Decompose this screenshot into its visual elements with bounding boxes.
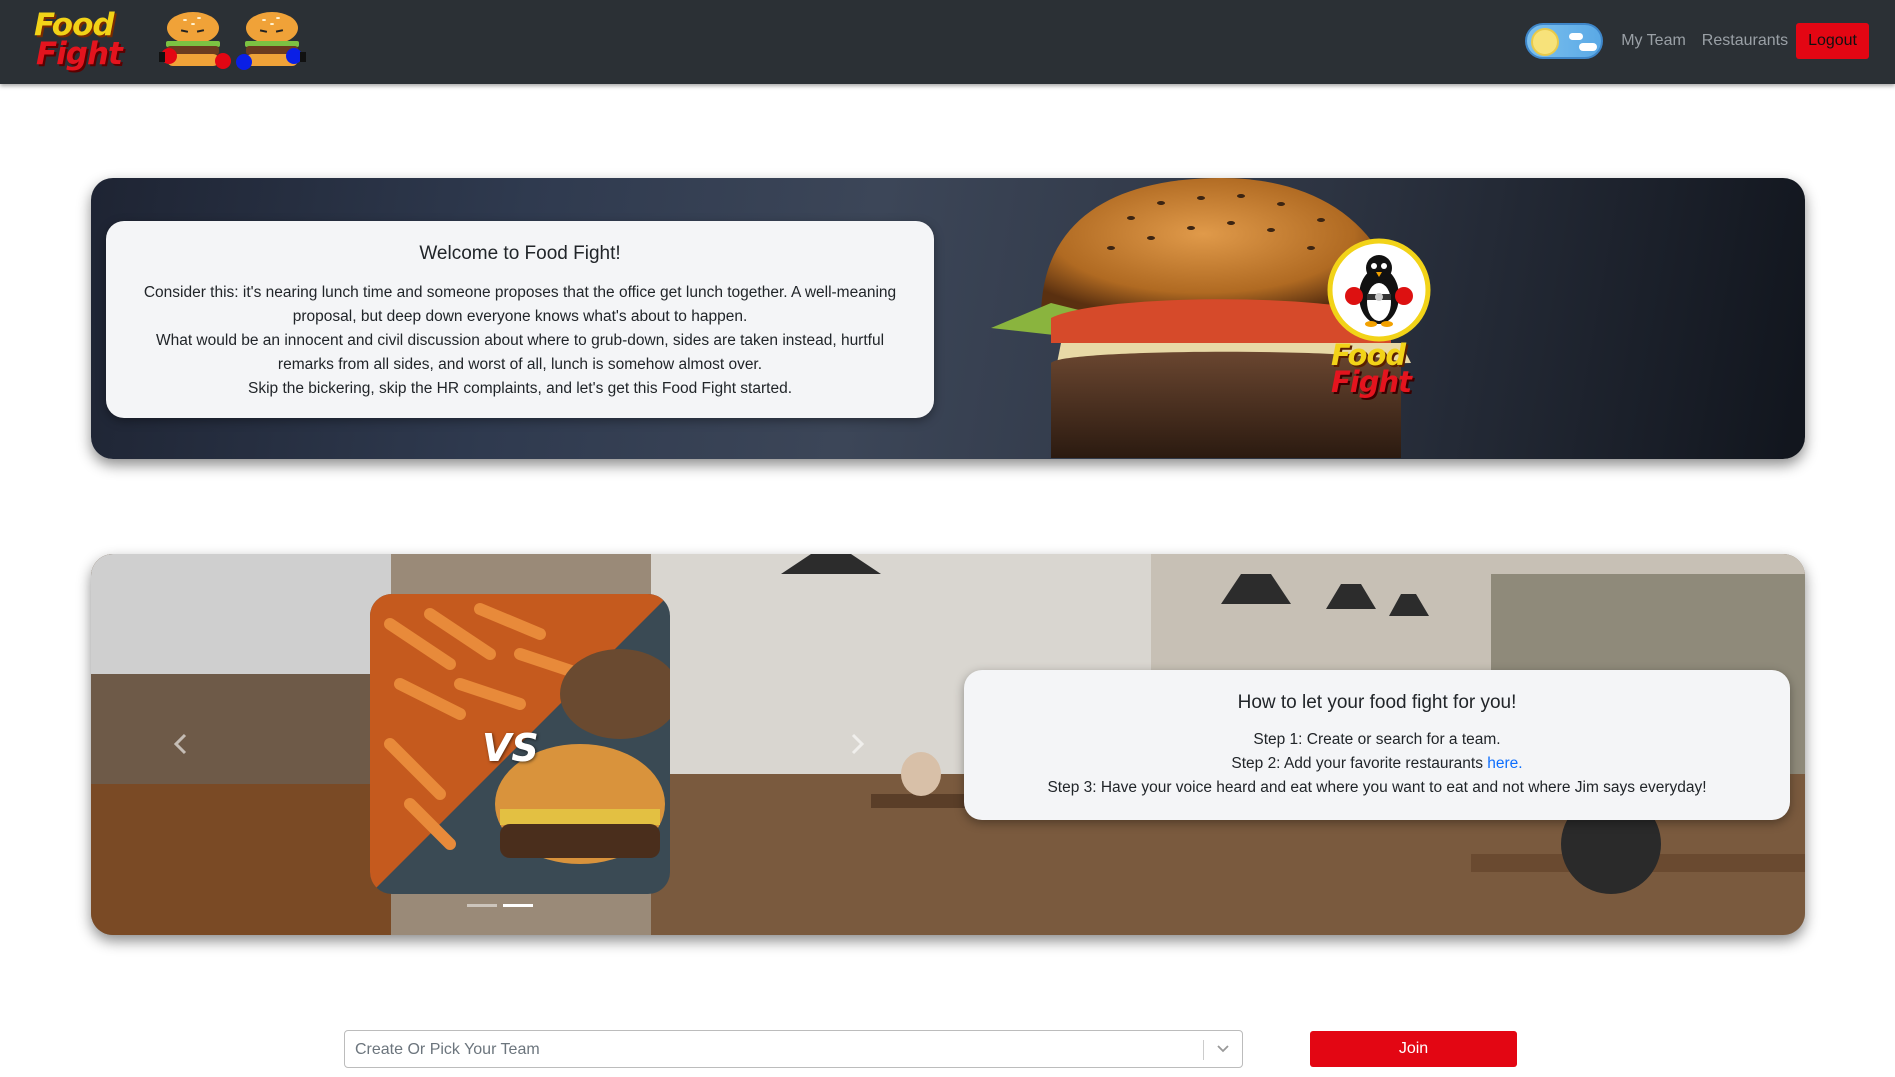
nav-link-restaurants[interactable]: Restaurants xyxy=(1702,32,1788,50)
chevron-right-icon xyxy=(851,733,865,755)
logout-button[interactable]: Logout xyxy=(1796,23,1869,59)
welcome-card: Welcome to Food Fight! Consider this: it… xyxy=(106,221,934,418)
cloud-icon xyxy=(1569,33,1584,40)
welcome-paragraph-3: Skip the bickering, skip the HR complain… xyxy=(248,380,792,397)
theme-toggle[interactable] xyxy=(1525,23,1604,59)
carousel-indicator-1[interactable] xyxy=(467,904,497,907)
join-button[interactable]: Join xyxy=(1310,1031,1517,1067)
carousel-indicators xyxy=(467,904,539,907)
step-2-text: Step 2: Add your favorite restaurants xyxy=(1231,755,1488,772)
penguin-boxer-icon xyxy=(1327,238,1431,342)
nav-right: My Team Restaurants Logout xyxy=(1525,22,1869,60)
how-to-title: How to let your food fight for you! xyxy=(1237,692,1517,713)
sun-icon xyxy=(1531,28,1560,56)
cloud-icon xyxy=(1579,43,1598,51)
step-3: Step 3: Have your voice heard and eat wh… xyxy=(1047,779,1707,796)
restaurants-here-link[interactable]: here. xyxy=(1487,755,1522,772)
hero-burger-image xyxy=(991,178,1411,458)
team-select-placeholder: Create Or Pick Your Team xyxy=(355,1041,540,1058)
hero-logo-line2: Fight xyxy=(1331,365,1412,399)
carousel-slide: VS xyxy=(370,594,670,894)
welcome-paragraph-1: Consider this: it's nearing lunch time a… xyxy=(143,284,897,325)
welcome-paragraph-2: What would be an innocent and civil disc… xyxy=(155,332,885,373)
brand-logo[interactable]: Food Fight xyxy=(34,10,126,73)
burger-boxer-red-icon xyxy=(159,12,231,69)
team-select[interactable]: Create Or Pick Your Team xyxy=(344,1030,1243,1068)
chevron-left-icon xyxy=(173,733,187,755)
navbar: Food Fight My Team Restaurants Logout xyxy=(0,0,1895,84)
chevron-down-icon[interactable] xyxy=(1212,1038,1234,1060)
nav-link-my-team[interactable]: My Team xyxy=(1621,32,1686,50)
hero-food-fight-logo: Food Fight xyxy=(1327,238,1437,408)
vs-label: VS xyxy=(482,726,539,770)
carousel-prev-button[interactable] xyxy=(169,729,193,759)
carousel-next-button[interactable] xyxy=(845,729,869,759)
burger-boxer-blue-icon xyxy=(236,12,306,70)
carousel-indicator-2[interactable] xyxy=(503,904,533,907)
brand-line2: Fight xyxy=(36,36,123,72)
select-divider xyxy=(1203,1040,1204,1060)
welcome-title: Welcome to Food Fight! xyxy=(419,243,621,264)
step-2: Step 2: Add your favorite restaurants he… xyxy=(964,752,1790,776)
how-to-card: How to let your food fight for you! Step… xyxy=(964,670,1790,820)
step-1: Step 1: Create or search for a team. xyxy=(1253,731,1501,748)
